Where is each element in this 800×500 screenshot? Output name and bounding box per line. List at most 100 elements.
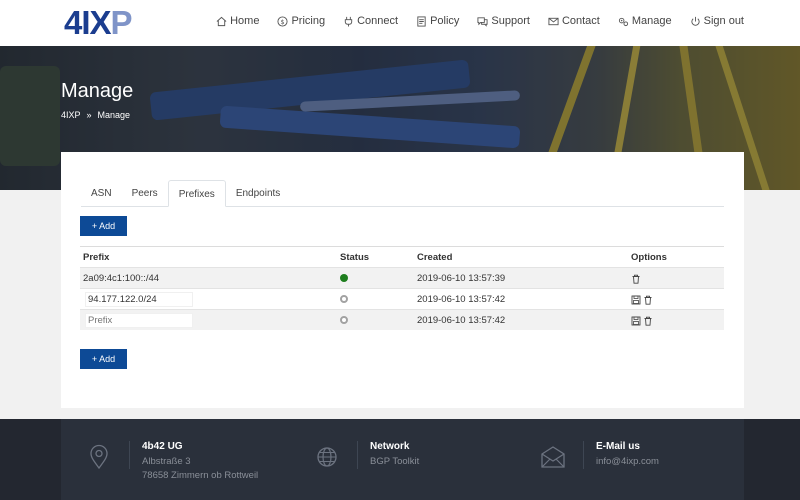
page-title: Manage xyxy=(61,80,134,102)
logo-part-p: P xyxy=(110,4,133,41)
footer-inner: 4b42 UG Albstraße 3 78658 Zimmern ob Rot… xyxy=(61,419,744,500)
footer-network: Network BGP Toolkit xyxy=(313,441,419,471)
table-row: 2019-06-10 13:57:42 xyxy=(80,288,724,309)
nav-manage[interactable]: Manage xyxy=(618,15,672,27)
add-label: Add xyxy=(99,354,116,364)
nav-signout[interactable]: Sign out xyxy=(690,15,744,27)
created-value: 2019-06-10 13:57:42 xyxy=(417,294,506,305)
plug-icon xyxy=(344,16,353,27)
prefix-input[interactable] xyxy=(85,292,193,307)
prefix-value: 2a09:4c1:100::/44 xyxy=(83,273,160,284)
status-active-dot xyxy=(340,274,348,282)
save-icon[interactable] xyxy=(631,316,641,326)
save-icon[interactable] xyxy=(631,295,641,305)
prefix-table: Prefix Status Created Options 2a09:4c1:1… xyxy=(80,246,724,330)
prefix-cell xyxy=(83,289,195,310)
nav-policy[interactable]: Policy xyxy=(416,15,459,27)
mail-icon xyxy=(548,17,559,25)
footer-email: E-Mail us info@4ixp.com xyxy=(539,441,659,471)
footer-email-text: E-Mail us info@4ixp.com xyxy=(596,441,659,471)
prefix-cell xyxy=(83,310,195,331)
nav-connect[interactable]: Connect xyxy=(343,15,398,27)
breadcrumb-current: Manage xyxy=(97,110,131,120)
created-value: 2019-06-10 13:57:39 xyxy=(417,273,506,284)
footer-network-link[interactable]: BGP Toolkit xyxy=(370,455,419,469)
nav-signout-label: Sign out xyxy=(703,15,744,27)
footer-separator xyxy=(583,441,584,469)
nav-manage-label: Manage xyxy=(631,15,672,27)
manage-card: ASN Peers Prefixes Endpoints + Add Prefi… xyxy=(61,152,744,408)
header-prefix: Prefix xyxy=(83,252,110,263)
nav-home-label: Home xyxy=(230,15,260,27)
trash-icon[interactable] xyxy=(643,316,653,326)
breadcrumb-home[interactable]: 4IXP xyxy=(61,110,81,120)
footer-network-text: Network BGP Toolkit xyxy=(370,441,419,471)
footer-network-title: Network xyxy=(370,441,410,452)
trash-icon[interactable] xyxy=(631,274,641,284)
plus-icon: + xyxy=(91,354,98,364)
nav-policy-label: Policy xyxy=(430,15,460,27)
status-indicator xyxy=(340,289,352,310)
footer-company-city: 78658 Zimmern ob Rottweil xyxy=(142,470,259,481)
nav-pricing[interactable]: $ Pricing xyxy=(277,15,325,27)
footer-company: 4b42 UG Albstraße 3 78658 Zimmern ob Rot… xyxy=(85,441,258,483)
tab-asn[interactable]: ASN xyxy=(81,180,122,207)
footer-company-street: Albstraße 3 xyxy=(142,456,191,467)
add-prefix-button-top[interactable]: + Add xyxy=(80,216,127,236)
nav-support[interactable]: Support xyxy=(477,15,530,27)
tab-bar: ASN Peers Prefixes Endpoints xyxy=(81,180,724,207)
tab-endpoints[interactable]: Endpoints xyxy=(226,180,290,207)
add-prefix-button-bottom[interactable]: + Add xyxy=(80,349,127,369)
row-options xyxy=(631,289,653,310)
header-status: Status xyxy=(340,252,370,263)
nav-connect-label: Connect xyxy=(357,15,399,27)
envelope-icon xyxy=(541,446,565,468)
tab-prefixes[interactable]: Prefixes xyxy=(167,180,226,207)
location-pin-icon xyxy=(90,444,108,470)
chat-icon xyxy=(477,16,488,27)
table-row: 2a09:4c1:100::/44 2019-06-10 13:57:39 xyxy=(80,267,724,288)
double-chevron-right-icon: » xyxy=(86,110,92,120)
main-nav: Home $ Pricing Connect Policy Support Co… xyxy=(216,15,744,27)
power-icon xyxy=(691,16,700,26)
footer-email-title: E-Mail us xyxy=(596,441,640,452)
row-options xyxy=(631,310,653,331)
logo[interactable]: 4 IX P xyxy=(64,4,133,41)
status-indicator xyxy=(340,268,352,289)
dollar-icon: $ xyxy=(277,15,288,27)
tab-peers[interactable]: Peers xyxy=(122,180,168,207)
status-pending-dot xyxy=(340,295,348,303)
footer-company-title: 4b42 UG xyxy=(142,441,183,452)
row-options xyxy=(631,268,641,289)
footer-separator xyxy=(357,441,358,469)
plus-icon: + xyxy=(91,221,98,231)
footer-separator xyxy=(129,441,130,469)
add-label: Add xyxy=(99,221,116,231)
table-header: Prefix Status Created Options xyxy=(80,246,724,267)
header-created: Created xyxy=(417,252,453,263)
created-value: 2019-06-10 13:57:42 xyxy=(417,315,506,326)
table-row: 2019-06-10 13:57:42 xyxy=(80,309,724,330)
new-prefix-input[interactable] xyxy=(85,313,193,328)
nav-contact-label: Contact xyxy=(561,15,600,27)
document-icon xyxy=(417,15,426,27)
nav-contact[interactable]: Contact xyxy=(548,15,600,27)
top-navbar: 4 IX P Home $ Pricing Connect Policy Sup… xyxy=(0,0,800,46)
logo-part-4: 4 xyxy=(64,4,82,41)
status-pending-dot xyxy=(340,316,348,324)
status-indicator xyxy=(340,310,352,331)
home-icon xyxy=(216,16,227,26)
logo-part-ix: IX xyxy=(81,4,111,41)
nav-pricing-label: Pricing xyxy=(291,15,326,27)
header-options: Options xyxy=(631,252,667,263)
svg-text:$: $ xyxy=(281,17,285,25)
trash-icon[interactable] xyxy=(643,295,653,305)
footer-company-text: 4b42 UG Albstraße 3 78658 Zimmern ob Rot… xyxy=(142,441,258,483)
footer: 4b42 UG Albstraße 3 78658 Zimmern ob Rot… xyxy=(0,419,800,500)
nav-support-label: Support xyxy=(491,15,530,27)
gears-icon xyxy=(618,17,628,26)
breadcrumb: 4IXP » Manage xyxy=(61,110,130,120)
globe-icon xyxy=(317,447,337,467)
nav-home[interactable]: Home xyxy=(216,15,259,27)
footer-email-link[interactable]: info@4ixp.com xyxy=(596,455,659,469)
